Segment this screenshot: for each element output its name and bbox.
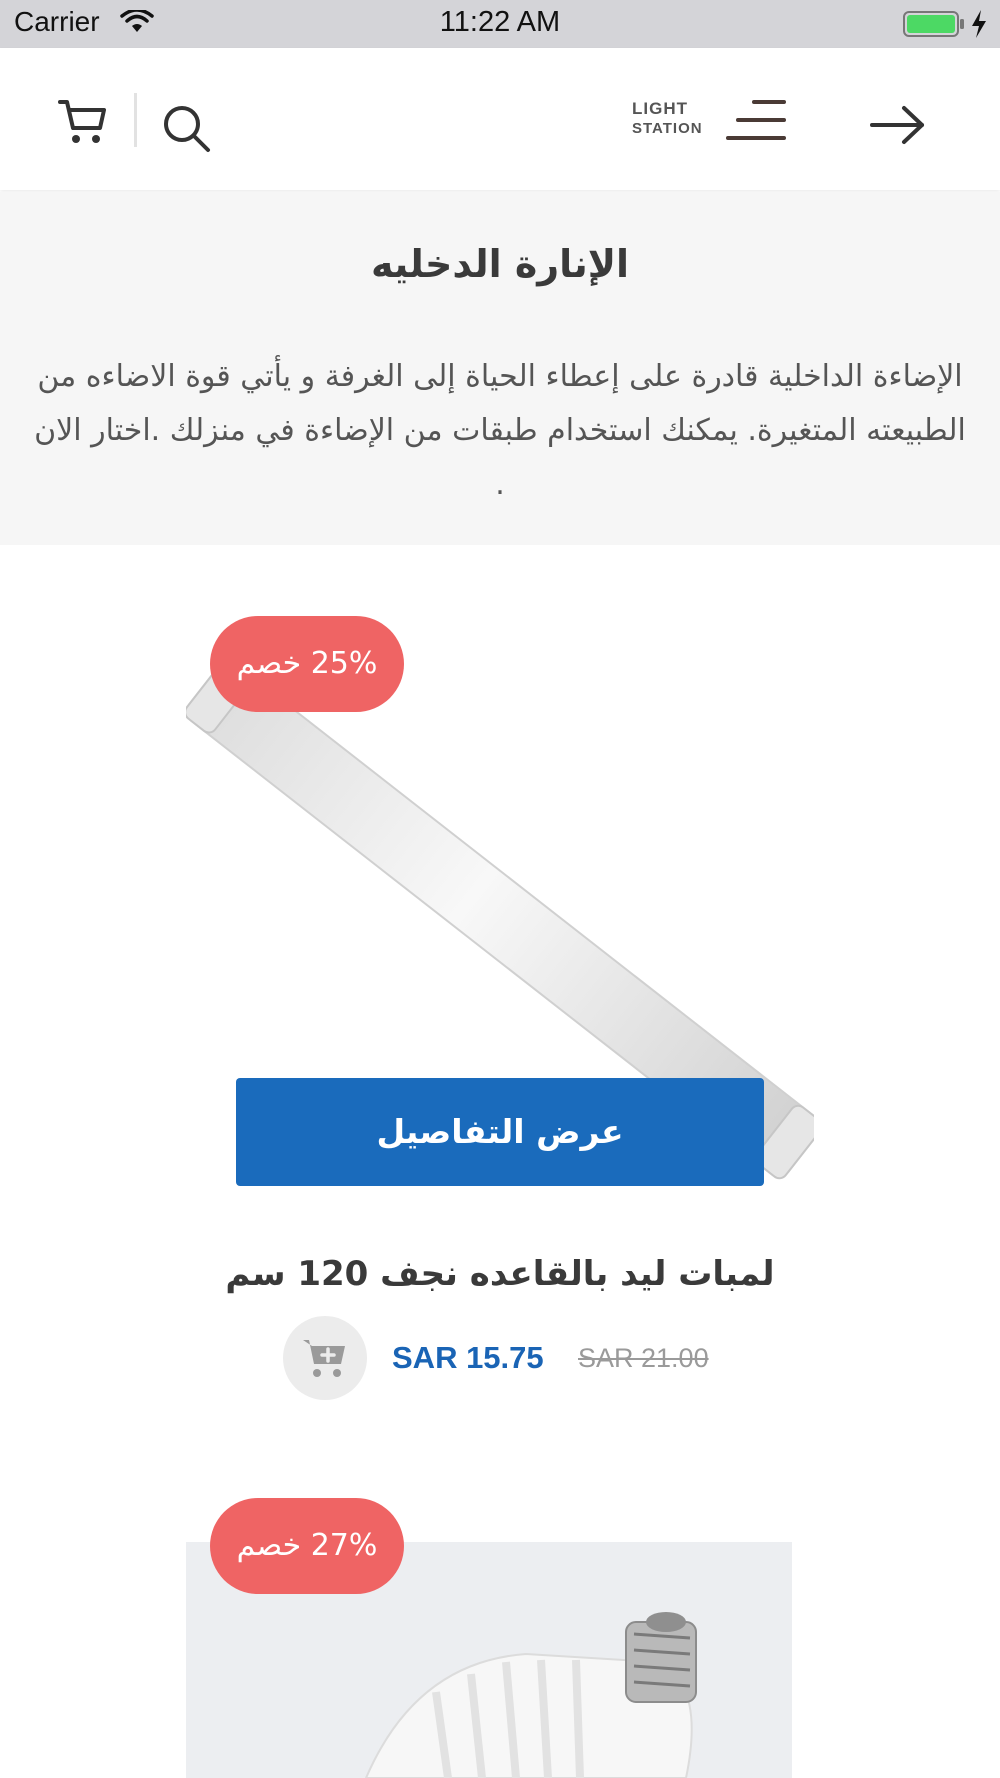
product-card[interactable]: 25% خصم عرض التفاصيل لمبات ليد بالقاعده … (184, 616, 823, 1416)
cart-icon[interactable] (58, 98, 108, 150)
add-to-cart-icon (301, 1336, 349, 1384)
category-description: الإضاءة الداخلية قادرة على إعطاء الحياة … (34, 359, 966, 502)
charging-icon (970, 9, 988, 43)
status-bar: Carrier 11:22 AM (0, 0, 1000, 48)
view-details-button[interactable]: عرض التفاصيل (236, 1078, 764, 1186)
app-header: LIGHT STATION (0, 48, 1000, 190)
discount-badge: 25% خصم (210, 616, 404, 712)
logo-line1: LIGHT (632, 99, 688, 118)
add-to-cart-button[interactable] (283, 1316, 367, 1400)
original-price: SAR 21.00 (578, 1343, 709, 1373)
brand-logo[interactable]: LIGHT STATION (630, 96, 710, 146)
category-banner: الإنارة الدخليه الإضاءة الداخلية قادرة ع… (0, 192, 1000, 545)
header-divider (134, 93, 137, 147)
menu-icon[interactable] (724, 96, 788, 154)
clock: 11:22 AM (439, 6, 561, 38)
sale-price: SAR 15.75 (392, 1340, 544, 1375)
search-icon[interactable] (162, 104, 212, 158)
logo-line2: STATION (632, 120, 703, 137)
battery-icon (903, 11, 965, 41)
product-name[interactable]: لمبات ليد بالقاعده نجف 120 سم (186, 1254, 814, 1294)
discount-badge: 27% خصم (210, 1498, 404, 1594)
product-card[interactable]: 27% خصم (186, 1498, 814, 1778)
arrow-right-icon[interactable] (870, 105, 926, 149)
category-title: الإنارة الدخليه (370, 242, 630, 286)
